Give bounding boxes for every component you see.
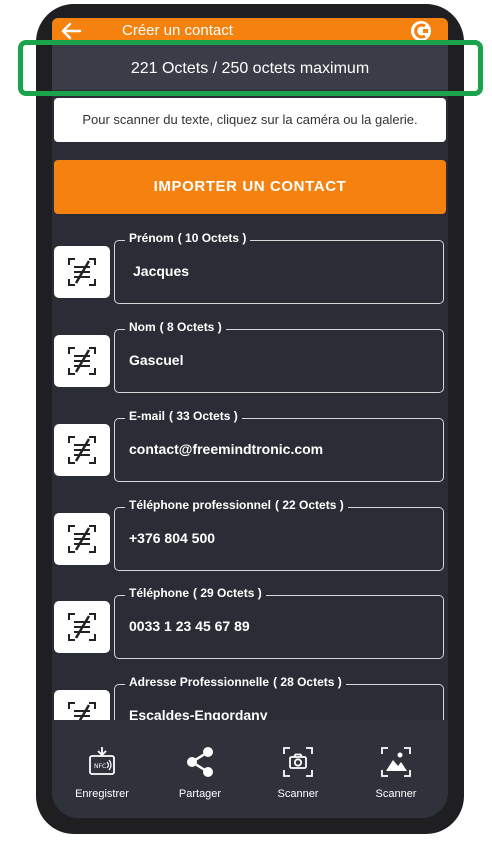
field-value: Jacques [133, 263, 190, 279]
field-row-phone: Téléphone( 29 Octets ) 0033 1 23 45 67 8… [52, 586, 448, 659]
text-scan-icon [68, 436, 96, 464]
field-legend: E-mail( 33 Octets ) [125, 409, 242, 423]
gallery-scan-icon [381, 747, 411, 777]
bottom-navigation: NFC Enregistrer Partager Scanner Scanner [52, 720, 448, 818]
app-screen: Créer un contact 221 Octets / 250 octets… [52, 18, 448, 818]
field-value: Gascuel [129, 352, 184, 368]
text-scan-icon [68, 258, 96, 286]
field-row-prenom: Prénom( 10 Octets ) Jacques [52, 231, 448, 304]
page-title: Créer un contact [122, 22, 233, 39]
nav-label: Scanner [375, 788, 417, 800]
back-arrow-icon[interactable] [60, 21, 82, 41]
field-row-nom: Nom( 8 Octets ) Gascuel [52, 320, 448, 393]
field-value: +376 804 500 [129, 530, 216, 546]
nav-camera-scan-button[interactable]: Scanner [250, 742, 346, 800]
nav-gallery-scan-button[interactable]: Scanner [348, 742, 444, 800]
text-scan-icon [68, 613, 96, 641]
field-legend: Nom( 8 Octets ) [125, 320, 226, 334]
ocr-scan-button[interactable] [54, 246, 110, 298]
field-value: 0033 1 23 45 67 89 [129, 618, 250, 634]
import-contact-button[interactable]: IMPORTER UN CONTACT [54, 160, 446, 214]
field-legend: Adresse Professionnelle( 28 Octets ) [125, 675, 346, 689]
ocr-scan-button[interactable] [54, 424, 110, 476]
scan-hint-text: Pour scanner du texte, cliquez sur la ca… [54, 98, 446, 142]
app-logo-icon [411, 21, 431, 41]
counter-highlight-box [18, 40, 483, 96]
share-icon [187, 747, 213, 777]
phone-field[interactable]: Téléphone( 29 Octets ) 0033 1 23 45 67 8… [114, 586, 444, 659]
nav-label: Scanner [277, 788, 319, 800]
field-value: contact@freemindtronic.com [129, 441, 324, 457]
field-row-phone-pro: Téléphone professionnel( 22 Octets ) +37… [52, 498, 448, 571]
work-phone-field[interactable]: Téléphone professionnel( 22 Octets ) +37… [114, 498, 444, 571]
prenom-field[interactable]: Prénom( 10 Octets ) Jacques [114, 231, 444, 304]
svg-text:NFC: NFC [94, 763, 106, 770]
field-row-email: E-mail( 33 Octets ) contact@freemindtron… [52, 409, 448, 482]
nav-share-button[interactable]: Partager [152, 742, 248, 800]
field-legend: Téléphone professionnel( 22 Octets ) [125, 498, 348, 512]
ocr-scan-button[interactable] [54, 335, 110, 387]
email-field[interactable]: E-mail( 33 Octets ) contact@freemindtron… [114, 409, 444, 482]
text-scan-icon [68, 525, 96, 553]
ocr-scan-button[interactable] [54, 601, 110, 653]
nom-field[interactable]: Nom( 8 Octets ) Gascuel [114, 320, 444, 393]
text-scan-icon [68, 347, 96, 375]
ocr-scan-button[interactable] [54, 513, 110, 565]
camera-scan-icon [283, 747, 313, 777]
nav-label: Partager [178, 788, 222, 800]
field-legend: Prénom( 10 Octets ) [125, 231, 251, 245]
field-legend: Téléphone( 29 Octets ) [125, 586, 266, 600]
nfc-save-icon: NFC [89, 747, 115, 775]
nav-label: Enregistrer [75, 788, 129, 800]
nav-save-button[interactable]: NFC Enregistrer [54, 742, 150, 800]
